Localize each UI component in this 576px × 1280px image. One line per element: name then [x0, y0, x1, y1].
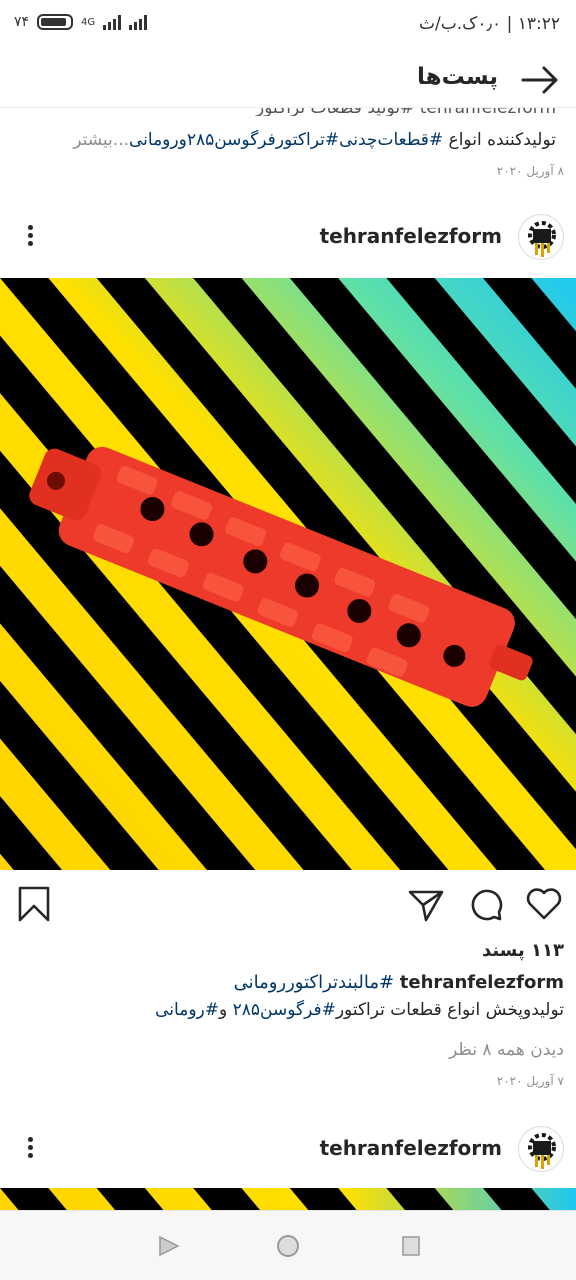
bookmark-icon[interactable] — [14, 884, 54, 924]
hashtag-link[interactable]: #تراکتورفرگوسن۲۸۵ — [187, 130, 339, 150]
more-link[interactable]: ...بیشتر — [73, 130, 129, 150]
kebab-icon[interactable] — [20, 1134, 40, 1164]
back-nav-icon[interactable] — [156, 1233, 182, 1259]
battery-level: ۷۴ — [14, 14, 30, 30]
battery-icon — [37, 14, 74, 30]
post2-caption-line2: تولیدوپخش انواع قطعات تراکتور#فرگوسن۲۸۵ … — [155, 1000, 564, 1020]
tractor-part-photo — [0, 278, 576, 870]
system-nav-bar — [0, 1210, 576, 1280]
hashtag-link[interactable]: #مالبندتراکتوررومانی — [234, 972, 394, 993]
post-date: ۸ آوریل ۲۰۲۰ — [496, 164, 564, 178]
avatar[interactable] — [518, 1126, 564, 1172]
post-image-strip — [0, 1188, 576, 1210]
post-image[interactable] — [0, 278, 576, 870]
avatar[interactable] — [518, 214, 564, 260]
post-actions — [0, 880, 576, 930]
app-header: پست‌ها — [0, 52, 576, 108]
heart-icon[interactable] — [524, 884, 564, 924]
send-icon[interactable] — [406, 884, 446, 924]
arrow-right-icon[interactable] — [520, 64, 560, 96]
post2-caption-line1: tehranfelezform #مالبندتراکتوررومانی — [234, 972, 564, 993]
like-count[interactable]: ۱۱۳ پسند — [482, 940, 564, 961]
caption-username[interactable]: tehranfelezform — [400, 972, 564, 993]
status-bar: ۷۴ 4G ۱۳:۲۲ | ۰٫۰ک.ب/ث — [0, 0, 576, 52]
signal-2-icon — [129, 14, 148, 30]
post-date: ۷ آوریل ۲۰۲۰ — [496, 1074, 564, 1088]
hashtag-link[interactable]: #فرگوسن۲۸۵ — [233, 1000, 336, 1020]
network-type: 4G — [81, 16, 96, 28]
post-header: tehranfelezform — [0, 204, 576, 270]
logo-icon — [528, 1133, 556, 1169]
comment-icon[interactable] — [466, 884, 506, 924]
page-title: پست‌ها — [417, 64, 498, 90]
post-username[interactable]: tehranfelezform — [320, 1136, 502, 1160]
hashtag-link[interactable]: #رومانی — [155, 1000, 219, 1020]
status-left: ۷۴ 4G — [14, 14, 148, 30]
view-comments-link[interactable]: دیدن همه ۸ نظر — [449, 1040, 564, 1060]
post1-caption: تولیدکننده انواع #قطعات‌چدنی#تراکتورفرگو… — [73, 130, 556, 150]
post-header: tehranfelezform — [0, 1116, 576, 1182]
post-username[interactable]: tehranfelezform — [320, 224, 502, 248]
post-image[interactable] — [0, 1188, 576, 1210]
clock: ۱۳:۲۲ — [517, 14, 560, 34]
status-time-speed: ۱۳:۲۲ | ۰٫۰ک.ب/ث — [419, 14, 560, 34]
net-speed: ۰٫۰ک.ب/ث — [419, 14, 502, 34]
logo-icon — [528, 221, 556, 257]
kebab-icon[interactable] — [20, 222, 40, 252]
hashtag-link[interactable]: #قطعات‌چدنی — [339, 130, 443, 150]
recents-nav-icon[interactable] — [398, 1233, 424, 1259]
signal-icon — [103, 14, 122, 30]
home-nav-icon[interactable] — [275, 1233, 301, 1259]
